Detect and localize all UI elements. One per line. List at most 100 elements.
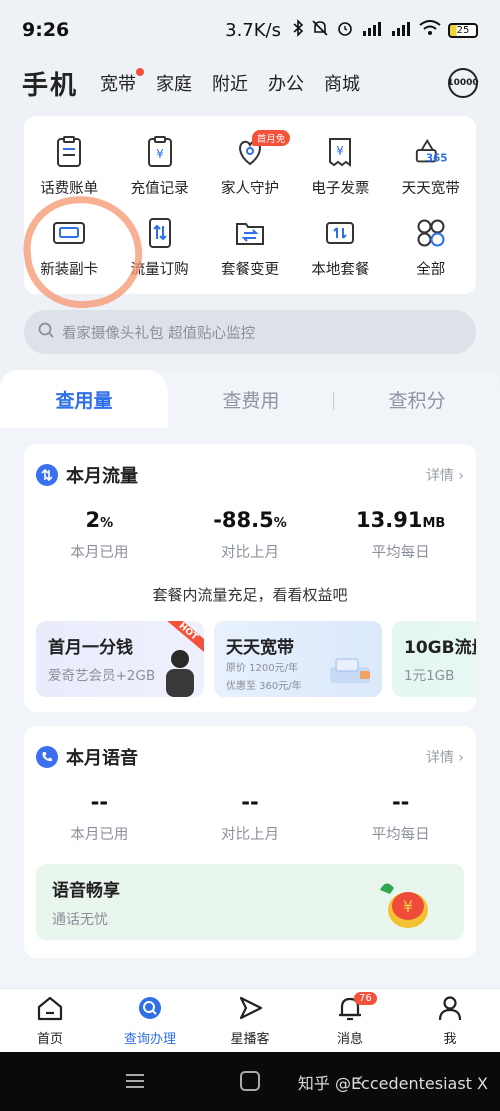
details-label: 详情 (425, 468, 454, 484)
money-bag-symbol: ¥ (403, 897, 413, 916)
status-bar: 9:26 3.7K/s 25 (0, 0, 500, 60)
details-link[interactable]: 详情 › (426, 747, 464, 767)
stat-used: 2% 本月已用 (24, 508, 175, 562)
customer-service-icon[interactable]: 10000 (447, 68, 479, 98)
quick-item-label: 话费账单 (40, 181, 99, 197)
phone-icon (36, 746, 58, 768)
top-nav: 手机 宽带 家庭 附近 办公 商城 10000 (0, 60, 500, 106)
card-title: 本月流量 (66, 466, 138, 487)
router-illustration (330, 658, 370, 683)
promo-card-iqiyi[interactable]: 首月一分钱 爱奇艺会员+2GB HOT (36, 621, 204, 697)
bluetooth-icon (292, 19, 304, 41)
stat-value: -88.5% (175, 508, 326, 532)
quick-item-label: 电子发票 (311, 181, 370, 197)
tab-label: 查询办理 (123, 1031, 176, 1047)
svg-text:¥: ¥ (337, 144, 345, 158)
message-count-badge: 76 (354, 992, 377, 1005)
stat-value: 2% (24, 508, 175, 532)
nav-item-family[interactable]: 家庭 (156, 70, 192, 96)
nav-brand-mobile[interactable]: 手机 (22, 65, 78, 102)
tab-home[interactable]: 首页 (0, 989, 100, 1052)
recharge-record-icon: ¥ (143, 135, 177, 169)
quick-item-family-guard[interactable]: 首月免 家人守护 (205, 126, 295, 207)
wifi-icon (419, 20, 441, 40)
plan-change-icon (233, 216, 267, 250)
sim-card-icon (52, 216, 86, 250)
tab-star-podcast[interactable]: 星播客 (200, 989, 300, 1052)
nav-item-broadband[interactable]: 宽带 (100, 68, 145, 96)
invoice-icon: ¥ (323, 135, 357, 169)
tab-points[interactable]: 查积分 (334, 386, 500, 413)
card-header: 本月流量 详情 › (24, 444, 476, 488)
quick-item-bill[interactable]: 话费账单 (24, 126, 114, 207)
promo-subtitle: 1元1GB (404, 668, 455, 684)
svg-text:¥: ¥ (156, 147, 164, 161)
quick-item-recharge-record[interactable]: ¥ 充值记录 (114, 126, 204, 207)
stat-label: 对比上月 (221, 827, 279, 843)
profile-icon (436, 995, 464, 1025)
home-icon (36, 995, 64, 1025)
stat-daily-avg: 13.91MB 平均每日 (325, 508, 476, 562)
quick-item-plan-change[interactable]: 套餐变更 (205, 207, 295, 288)
quick-item-invoice[interactable]: ¥ 电子发票 (295, 126, 385, 207)
voice-stats: -- 本月已用 -- 对比上月 -- 平均每日 (24, 790, 476, 844)
quick-item-daily-broadband[interactable]: 365 天天宽带 (386, 126, 476, 207)
tab-profile[interactable]: 我 (400, 989, 500, 1052)
promo-person-image (166, 650, 194, 697)
alarm-icon (336, 19, 354, 41)
stat-label: 平均每日 (371, 545, 430, 561)
home-button-icon[interactable] (240, 1071, 260, 1091)
nav-item-label: 宽带 (100, 74, 137, 95)
signal-hd-icon-2 (390, 21, 412, 40)
tab-label: 星播客 (230, 1031, 270, 1047)
tab-fees[interactable]: 查费用 (168, 386, 334, 413)
promo-carousel: 首月一分钱 爱奇艺会员+2GB HOT 天天宽带 原价 1200元/年 优惠至 … (24, 621, 476, 699)
nav-item-mall[interactable]: 商城 (324, 70, 360, 96)
voice-usage-card: 本月语音 详情 › -- 本月已用 -- 对比上月 -- 平均每日 语音畅享 通… (24, 726, 476, 958)
stat-value: 13.91MB (325, 508, 476, 532)
recent-apps-icon[interactable] (125, 1072, 145, 1090)
network-speed: 3.7K/s (225, 19, 281, 41)
query-panel: 查用量 查费用 查积分 本月流量 详情 › 2% 本月已用 -88.5% 对比上… (0, 370, 500, 990)
quick-item-label: 套餐变更 (220, 262, 279, 278)
data-hint: 套餐内流量充足，看看权益吧 (152, 586, 348, 604)
stat-daily-avg: -- 平均每日 (325, 790, 476, 844)
card-title: 本月语音 (66, 748, 138, 769)
quick-item-local-plan[interactable]: 本地套餐 (295, 207, 385, 288)
tab-query[interactable]: 查询办理 (100, 989, 200, 1052)
promo-card-daily-broadband[interactable]: 天天宽带 原价 1200元/年 优惠至 360元/年 (214, 621, 382, 697)
tab-label: 我 (443, 1031, 457, 1047)
promo-title: 10GB流量 (404, 638, 476, 658)
stat-value: -- (391, 790, 410, 814)
quick-item-all[interactable]: 全部 (386, 207, 476, 288)
tab-label: 首页 (36, 1031, 63, 1047)
quick-item-new-sub-card[interactable]: 新装副卡 (24, 207, 114, 288)
stat-value: -- (90, 790, 109, 814)
status-time: 9:26 (22, 19, 70, 41)
all-icon (414, 216, 448, 250)
query-tabs: 查用量 查费用 查积分 (0, 370, 500, 428)
promo-card-10gb[interactable]: 10GB流量 1元1GB (392, 621, 476, 697)
star-podcast-icon (236, 995, 264, 1025)
search-bar[interactable]: 看家摄像头礼包 超值贴心监控 (24, 310, 476, 354)
nav-item-office[interactable]: 办公 (268, 70, 304, 96)
quick-item-data-order[interactable]: 流量订购 (114, 207, 204, 288)
quick-actions-card: 话费账单 ¥ 充值记录 首月免 家人守护 ¥ 电子发票 365 天天宽带 新装副… (24, 116, 476, 294)
nav-item-nearby[interactable]: 附近 (212, 70, 248, 96)
stat-label: 本月已用 (70, 827, 129, 843)
status-indicators: 3.7K/s 25 (225, 19, 478, 41)
voice-promo-banner[interactable]: 语音畅享 通话无忧 ¥ (36, 864, 464, 940)
details-link[interactable]: 详情 › (426, 465, 464, 485)
quick-item-label: 家人守护 (220, 181, 279, 197)
bottom-tab-bar: 首页 查询办理 星播客 76 消息 我 (0, 988, 500, 1052)
tab-usage[interactable]: 查用量 (0, 386, 168, 413)
search-icon (38, 322, 62, 342)
quick-item-label: 充值记录 (130, 181, 189, 197)
bill-icon (52, 135, 86, 169)
stat-label: 平均每日 (371, 827, 430, 843)
stat-label: 对比上月 (221, 545, 279, 561)
tab-messages[interactable]: 76 消息 (300, 989, 400, 1052)
query-icon (136, 995, 164, 1025)
mute-icon (311, 19, 329, 41)
system-navigation-bar: ‹ 知乎 @Eccedentesiast X (0, 1052, 500, 1111)
